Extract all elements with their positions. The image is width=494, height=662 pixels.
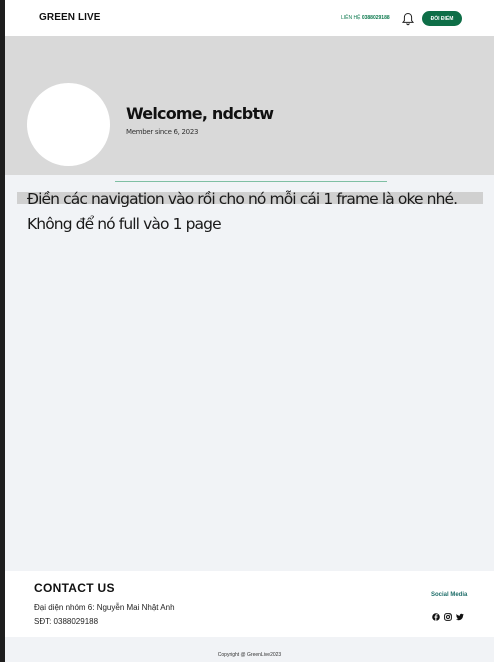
facebook-icon[interactable] <box>432 606 440 621</box>
page: GREEN LIVE LIÊN HỆ 0388029188 ĐỔI ĐIỂM W… <box>5 0 494 662</box>
footer-address: Đại diện nhóm 6: Nguyễn Mai Nhật Anh <box>34 603 175 612</box>
contact-phone[interactable]: 0388029188 <box>362 15 390 21</box>
social-media-title: Social Media <box>431 592 468 598</box>
profile-banner: Welcome, ndcbtw Member since 6, 2023 <box>5 36 494 175</box>
top-header: GREEN LIVE LIÊN HỆ 0388029188 ĐỔI ĐIỂM <box>5 0 494 36</box>
note-line-1: Điền các navigation vào rồi cho nó mỗi c… <box>27 190 458 208</box>
footer-phone: SĐT: 0388029188 <box>34 617 99 626</box>
bell-icon[interactable] <box>401 11 415 26</box>
brand-logo[interactable]: GREEN LIVE <box>39 12 101 23</box>
member-since: Member since 6, 2023 <box>126 128 199 136</box>
note-line-2: Không để nó full vào 1 page <box>27 215 222 233</box>
footer: CONTACT US Đại diện nhóm 6: Nguyễn Mai N… <box>5 571 494 637</box>
redeem-points-button[interactable]: ĐỔI ĐIỂM <box>422 11 462 26</box>
welcome-title: Welcome, ndcbtw <box>126 104 274 123</box>
twitter-icon[interactable] <box>456 606 464 621</box>
copyright-text: Copyright @ GreenLive2023 <box>217 652 282 658</box>
navigation-divider <box>115 181 387 182</box>
contact-us-title: CONTACT US <box>34 581 115 595</box>
avatar[interactable] <box>27 83 110 166</box>
design-note: Điền các navigation vào rồi cho nó mỗi c… <box>27 187 487 237</box>
instagram-icon[interactable] <box>444 606 452 621</box>
contact-info: LIÊN HỆ 0388029188 <box>341 15 390 21</box>
social-icons <box>432 606 464 621</box>
contact-label: LIÊN HỆ <box>341 15 361 21</box>
